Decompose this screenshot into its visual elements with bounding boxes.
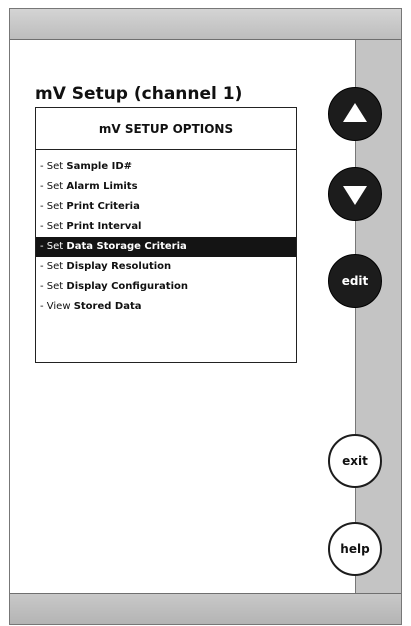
edit-button[interactable]: edit [328,254,382,308]
edit-button-label: edit [341,274,369,288]
exit-button-label: exit [342,454,368,468]
up-arrow-icon [343,103,367,122]
menu-header: mV SETUP OPTIONS [36,108,296,150]
menu-item-label: Alarm Limits [66,181,138,192]
menu-item-label: Display Configuration [66,281,188,292]
device-frame: mV Setup (channel 1) mV SETUP OPTIONS - … [9,8,402,625]
down-arrow-icon [343,186,367,205]
menu-item-display-resolution[interactable]: - Set Display Resolution [36,257,296,277]
top-bar [10,9,401,40]
exit-button[interactable]: exit [328,434,382,488]
menu-item-label: Display Resolution [66,261,172,272]
menu-item-print-criteria[interactable]: - Set Print Criteria [36,197,296,217]
menu-item-label: Data Storage Criteria [66,241,187,252]
menu-item-display-configuration[interactable]: - Set Display Configuration [36,277,296,297]
scroll-down-button[interactable] [328,167,382,221]
help-button[interactable]: help [328,522,382,576]
menu-item-prefix: - Set [40,201,67,212]
menu-item-sample-id[interactable]: - Set Sample ID# [36,157,296,177]
options-menu: mV SETUP OPTIONS - Set Sample ID# - Set … [35,107,297,363]
menu-item-prefix: - Set [40,281,67,292]
menu-item-prefix: - Set [40,241,67,252]
menu-item-label: Sample ID# [66,161,133,172]
menu-list: - Set Sample ID# - Set Alarm Limits - Se… [36,150,296,317]
screen-title: mV Setup (channel 1) [35,84,243,104]
menu-item-prefix: - Set [40,221,67,232]
menu-item-data-storage-criteria[interactable]: - Set Data Storage Criteria [36,237,296,257]
menu-item-label: Print Criteria [66,201,140,212]
menu-item-label: Stored Data [73,301,142,312]
bottom-bar [10,593,401,624]
menu-item-prefix: - Set [40,161,67,172]
menu-item-prefix: - Set [40,261,67,272]
menu-item-prefix: - View [40,301,74,312]
menu-item-print-interval[interactable]: - Set Print Interval [36,217,296,237]
help-button-label: help [340,542,370,556]
menu-item-alarm-limits[interactable]: - Set Alarm Limits [36,177,296,197]
menu-item-stored-data[interactable]: - View Stored Data [36,297,296,317]
menu-item-label: Print Interval [66,221,142,232]
menu-item-prefix: - Set [40,181,67,192]
scroll-up-button[interactable] [328,87,382,141]
